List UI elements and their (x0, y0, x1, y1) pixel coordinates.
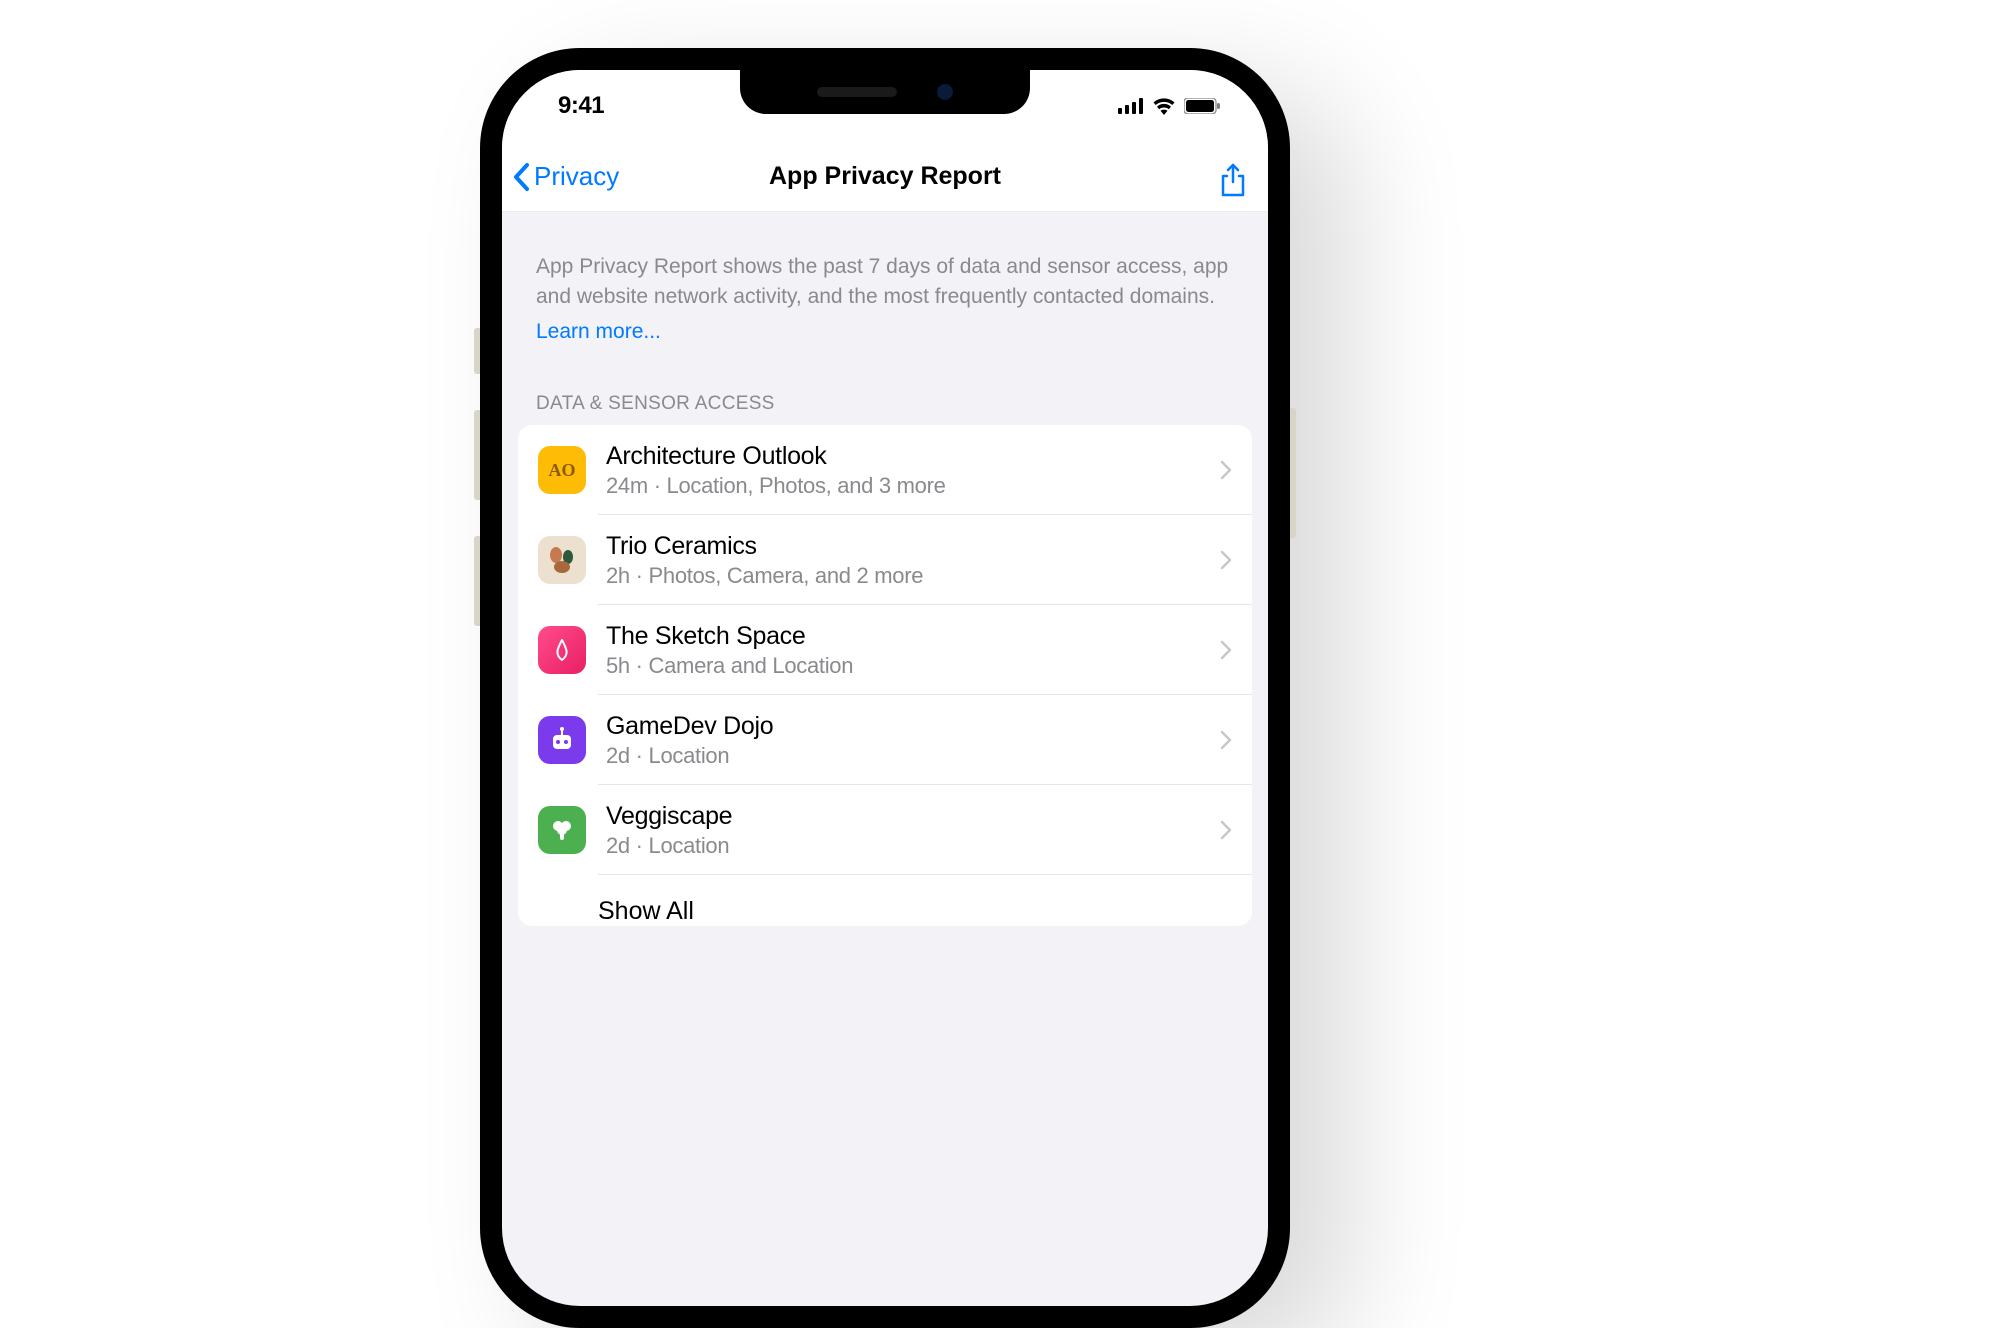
power-button[interactable] (1290, 408, 1296, 538)
status-icons (1118, 97, 1220, 115)
wifi-icon (1152, 97, 1176, 115)
row-text: The Sketch Space 5h · Camera and Locatio… (606, 622, 1212, 679)
notch (740, 70, 1030, 114)
chevron-right-icon (1220, 460, 1232, 480)
app-name: The Sketch Space (606, 622, 1212, 651)
list-item[interactable]: Trio Ceramics 2h · Photos, Camera, and 2… (518, 515, 1252, 605)
learn-more-link[interactable]: Learn more... (536, 317, 661, 347)
phone-screen: 9:41 Privacy App Privacy Report App Priv… (502, 70, 1268, 1306)
app-detail: 2d · Location (606, 833, 1212, 859)
app-icon-gamedev-dojo (538, 716, 586, 764)
list-item[interactable]: AO Architecture Outlook 24m · Location, … (518, 425, 1252, 515)
sketch-icon (548, 636, 576, 664)
app-name: Architecture Outlook (606, 442, 1212, 471)
app-name: Veggiscape (606, 802, 1212, 831)
volume-up-button[interactable] (474, 410, 480, 500)
app-name: GameDev Dojo (606, 712, 1212, 741)
row-text: GameDev Dojo 2d · Location (606, 712, 1212, 769)
back-label: Privacy (534, 161, 619, 192)
mute-switch[interactable] (474, 328, 480, 374)
ceramics-icon (545, 543, 579, 577)
row-text: Trio Ceramics 2h · Photos, Camera, and 2… (606, 532, 1212, 589)
volume-down-button[interactable] (474, 536, 480, 626)
app-name: Trio Ceramics (606, 532, 1212, 561)
chevron-left-icon (512, 162, 532, 192)
back-button[interactable]: Privacy (512, 161, 619, 192)
app-detail: 24m · Location, Photos, and 3 more (606, 473, 1212, 499)
share-button[interactable] (1218, 162, 1248, 192)
app-detail: 2d · Location (606, 743, 1212, 769)
app-list: AO Architecture Outlook 24m · Location, … (518, 425, 1252, 926)
intro-body: App Privacy Report shows the past 7 days… (536, 255, 1228, 308)
row-text: Veggiscape 2d · Location (606, 802, 1212, 859)
list-item[interactable]: Veggiscape 2d · Location (518, 785, 1252, 875)
status-time: 9:41 (558, 92, 604, 120)
chevron-right-icon (1220, 550, 1232, 570)
cellular-icon (1118, 98, 1144, 114)
chevron-right-icon (1220, 730, 1232, 750)
section-header: DATA & SENSOR ACCESS (502, 367, 1268, 425)
app-icon-veggiscape (538, 806, 586, 854)
battery-icon (1184, 98, 1220, 114)
app-detail: 5h · Camera and Location (606, 653, 1212, 679)
share-icon (1218, 162, 1248, 198)
row-text: Architecture Outlook 24m · Location, Pho… (606, 442, 1212, 499)
intro-text: App Privacy Report shows the past 7 days… (502, 212, 1268, 367)
broccoli-icon (548, 816, 576, 844)
app-icon-sketch-space (538, 626, 586, 674)
show-all-button[interactable]: Show All (518, 875, 1252, 926)
nav-bar: Privacy App Privacy Report (502, 142, 1268, 212)
app-detail: 2h · Photos, Camera, and 2 more (606, 563, 1212, 589)
list-item[interactable]: The Sketch Space 5h · Camera and Locatio… (518, 605, 1252, 695)
content: App Privacy Report shows the past 7 days… (502, 212, 1268, 926)
robot-icon (547, 725, 577, 755)
side-buttons-right (1290, 408, 1296, 538)
list-item[interactable]: GameDev Dojo 2d · Location (518, 695, 1252, 785)
phone-frame: 9:41 Privacy App Privacy Report App Priv… (480, 48, 1290, 1328)
chevron-right-icon (1220, 820, 1232, 840)
app-icon-architecture-outlook: AO (538, 446, 586, 494)
chevron-right-icon (1220, 640, 1232, 660)
front-camera (937, 84, 953, 100)
side-buttons-left (474, 328, 480, 662)
app-icon-trio-ceramics (538, 536, 586, 584)
nav-title: App Privacy Report (769, 162, 1001, 191)
speaker-grille (817, 87, 897, 97)
